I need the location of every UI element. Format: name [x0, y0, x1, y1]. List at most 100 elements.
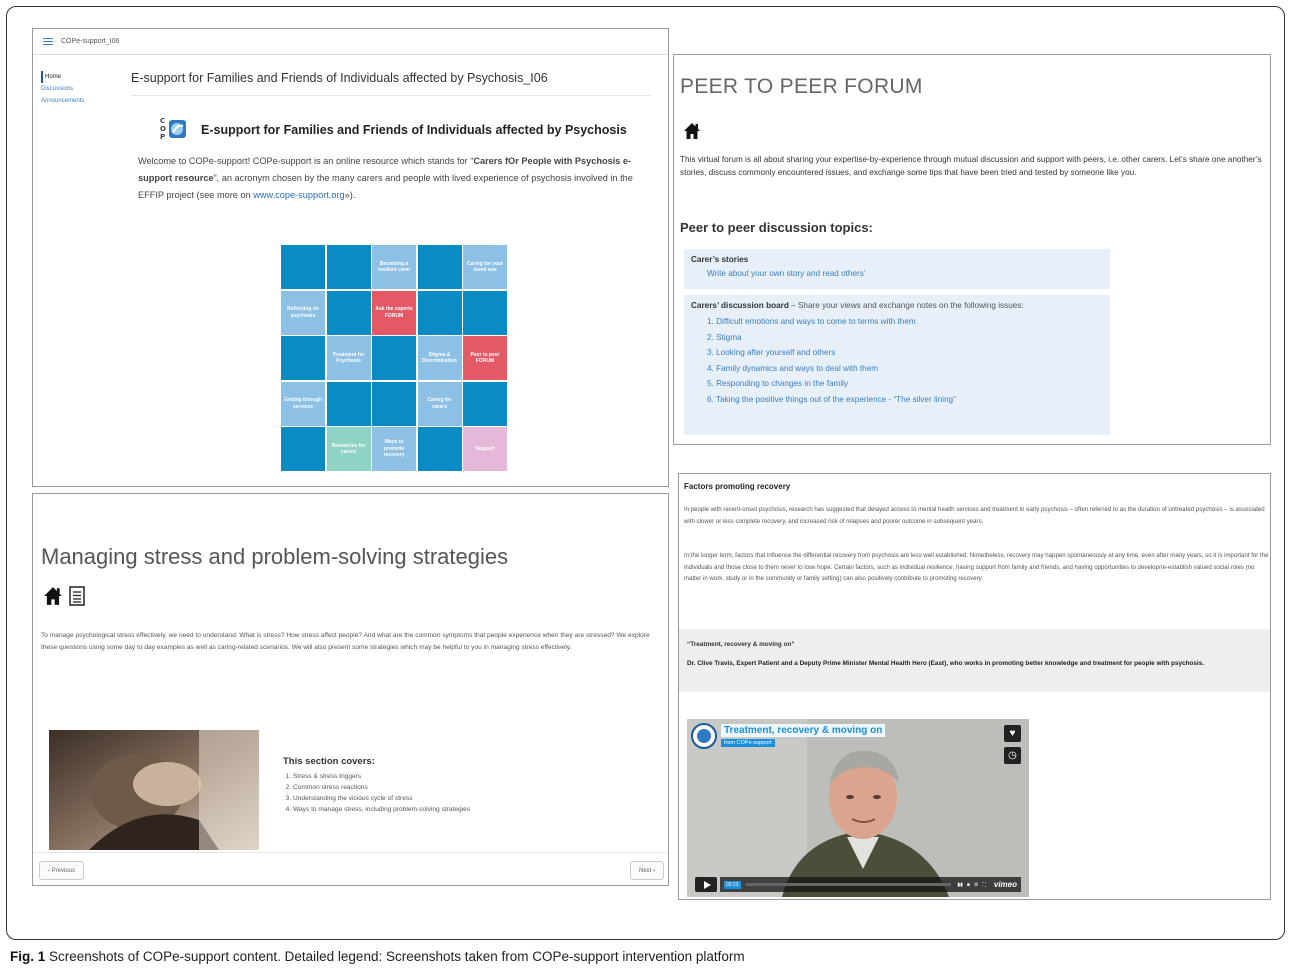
forum-description: This virtual forum is all about sharing …	[680, 155, 1262, 177]
video-title[interactable]: Treatment, recovery & moving on	[721, 724, 886, 737]
topic-link[interactable]: 3. Looking after yourself and others	[691, 345, 1103, 361]
forum-title: PEER TO PEER FORUM	[680, 75, 923, 98]
channel-avatar-icon[interactable]	[691, 723, 717, 749]
video-progress-track[interactable]: 03:23 ▮▮ ■ ⚙ ⛶ vimeo	[720, 877, 1021, 892]
covers-item: Understanding the vicious cycle of stres…	[293, 793, 470, 804]
blank-tile	[463, 290, 507, 335]
video-quote-box: “Treatment, recovery & moving on” Dr. Cl…	[679, 629, 1270, 692]
discussion-board-header: Carers’ discussion board – Share your vi…	[691, 299, 1103, 312]
course-title: E-support for Families and Friends of In…	[131, 71, 651, 96]
topics-heading: Peer to peer discussion topics:	[680, 220, 873, 235]
module-tile[interactable]: Ways to promote recovery	[372, 427, 416, 471]
pager: ‹ Previous Next ›	[33, 852, 668, 885]
section-covers: This section covers: Stress & stress tri…	[283, 756, 470, 815]
topic-link[interactable]: 6. Taking the positive things out of the…	[691, 392, 1103, 408]
topic-link[interactable]: 5. Responding to changes in the family	[691, 376, 1103, 392]
play-icon[interactable]	[695, 877, 717, 892]
topic-list: 1. Difficult emotions and ways to come t…	[691, 314, 1103, 407]
home-icon[interactable]	[43, 586, 63, 606]
video-player[interactable]: Treatment, recovery & moving on from COP…	[687, 719, 1029, 897]
svg-text:C: C	[160, 117, 165, 125]
blank-tile	[463, 381, 507, 426]
list-icon[interactable]	[69, 586, 85, 606]
fullscreen-icon[interactable]: ⛶	[982, 882, 986, 888]
carer-stories-box: Carer’s stories Write about your own sto…	[684, 249, 1110, 289]
video-controls: 03:23 ▮▮ ■ ⚙ ⛶ vimeo	[695, 877, 1021, 892]
previous-button[interactable]: ‹ Previous	[39, 861, 85, 880]
course-site-title[interactable]: COPe-support_I06	[61, 38, 119, 45]
volume-icon[interactable]: ▮▮	[957, 882, 963, 888]
module-description: To manage psychological stress effective…	[41, 632, 650, 651]
blank-tile	[372, 336, 416, 380]
module-tile[interactable]: Ask the experts FORUM	[372, 290, 416, 335]
welcome-intro: Welcome to COPe-support! COPe-support is…	[138, 153, 658, 204]
module-tile[interactable]: Support	[463, 427, 507, 471]
sidebar-item-announcements[interactable]: Announcements	[41, 95, 111, 107]
course-topbar: COPe-support_I06	[33, 29, 668, 55]
watch-later-clock-icon[interactable]: ◷	[1004, 747, 1021, 764]
recovery-title: Factors promoting recovery	[684, 482, 791, 491]
video-source[interactable]: from COPe-support	[721, 739, 775, 747]
video-title-bar: Treatment, recovery & moving on from COP…	[687, 719, 1029, 761]
covers-title: This section covers:	[283, 756, 375, 767]
discussion-board-desc: – Share your views and exchange notes on…	[788, 301, 1024, 310]
discussion-board-box: Carers’ discussion board – Share your vi…	[684, 295, 1110, 435]
module-tile[interactable]: Caring for carers	[417, 381, 462, 426]
module-tile[interactable]: Caring for your loved one	[463, 245, 507, 289]
blank-tile	[417, 290, 462, 335]
vimeo-logo[interactable]: vimeo	[994, 880, 1017, 889]
module-title: Managing stress and problem-solving stra…	[41, 544, 509, 569]
carer-stories-title: Carer’s stories	[691, 255, 749, 264]
module-tile[interactable]: Getting through services	[281, 381, 325, 426]
figure-label: Fig. 1	[10, 949, 46, 964]
quote-title: “Treatment, recovery & moving on”	[687, 641, 795, 648]
recovery-paragraph-2: In the longer term, factors that influen…	[684, 552, 1269, 582]
cope-logo-icon: C O P	[160, 117, 186, 141]
carer-stories-link[interactable]: Write about your own story and read othe…	[691, 266, 1103, 281]
sidebar-item-home[interactable]: Home	[41, 71, 111, 83]
blank-tile	[326, 245, 371, 289]
covers-item: Stress & stress triggers	[293, 771, 470, 782]
svg-text:P: P	[160, 133, 165, 141]
module-tile[interactable]: Stigma & Discrimination	[417, 336, 462, 380]
figure-caption-text: Screenshots of COPe-support content. Det…	[45, 949, 745, 964]
figure-caption: Fig. 1 Screenshots of COPe-support conte…	[10, 949, 745, 964]
topic-link[interactable]: 2. Stigma	[691, 330, 1103, 346]
covers-item: Common stress reactions	[293, 782, 470, 793]
hd-icon[interactable]: ■	[967, 882, 970, 888]
stress-module-panel: Managing stress and problem-solving stra…	[32, 493, 669, 886]
recovery-paragraph-1: In people with recent-onset psychosis, r…	[684, 506, 1265, 525]
video-progress-bar[interactable]	[745, 883, 952, 886]
topic-link[interactable]: 4. Family dynamics and ways to deal with…	[691, 361, 1103, 377]
home-icon[interactable]	[683, 122, 701, 140]
module-tile[interactable]: Becoming a resilient carer	[372, 245, 416, 289]
blank-tile	[281, 427, 325, 471]
peer-forum-panel: PEER TO PEER FORUM This virtual forum is…	[673, 54, 1271, 445]
hamburger-menu-icon[interactable]	[43, 38, 53, 45]
blank-tile	[281, 336, 325, 380]
next-button[interactable]: Next ›	[629, 861, 664, 880]
like-heart-icon[interactable]: ♥	[1004, 725, 1021, 742]
sidebar-item-discussions[interactable]: Discussions	[41, 83, 111, 95]
discussion-board-title: Carers’ discussion board	[691, 301, 789, 310]
blank-tile	[281, 245, 325, 289]
settings-gear-icon[interactable]: ⚙	[974, 882, 978, 888]
covers-item: Ways to manage stress, including problem…	[293, 804, 470, 815]
blank-tile	[417, 427, 462, 471]
module-tile[interactable]: Reflecting on psychosis	[281, 290, 325, 335]
topic-link[interactable]: 1. Difficult emotions and ways to come t…	[691, 314, 1103, 330]
module-tile-grid: Becoming a resilient carer Caring for you…	[281, 245, 507, 471]
cope-website-link[interactable]: www.cope-support.org	[253, 190, 344, 200]
recovery-panel: Factors promoting recovery In people wit…	[678, 473, 1271, 900]
module-tile[interactable]: Peer to peer FORUM	[463, 336, 507, 380]
module-tile[interactable]: Treatment for Psychosis	[326, 336, 371, 380]
blank-tile	[417, 245, 462, 289]
intro-text-a: Welcome to COPe-support! COPe-support is…	[138, 156, 474, 166]
module-tile[interactable]: Resources for carers	[326, 427, 371, 471]
blank-tile	[326, 290, 371, 335]
welcome-heading: E-support for Families and Friends of In…	[201, 123, 627, 137]
covers-list: Stress & stress triggers Common stress r…	[283, 771, 470, 815]
course-home-panel: COPe-support_I06 Home Discussions Announ…	[32, 28, 669, 487]
intro-text-c: »).	[344, 190, 356, 200]
stressed-person-photo	[49, 730, 259, 850]
